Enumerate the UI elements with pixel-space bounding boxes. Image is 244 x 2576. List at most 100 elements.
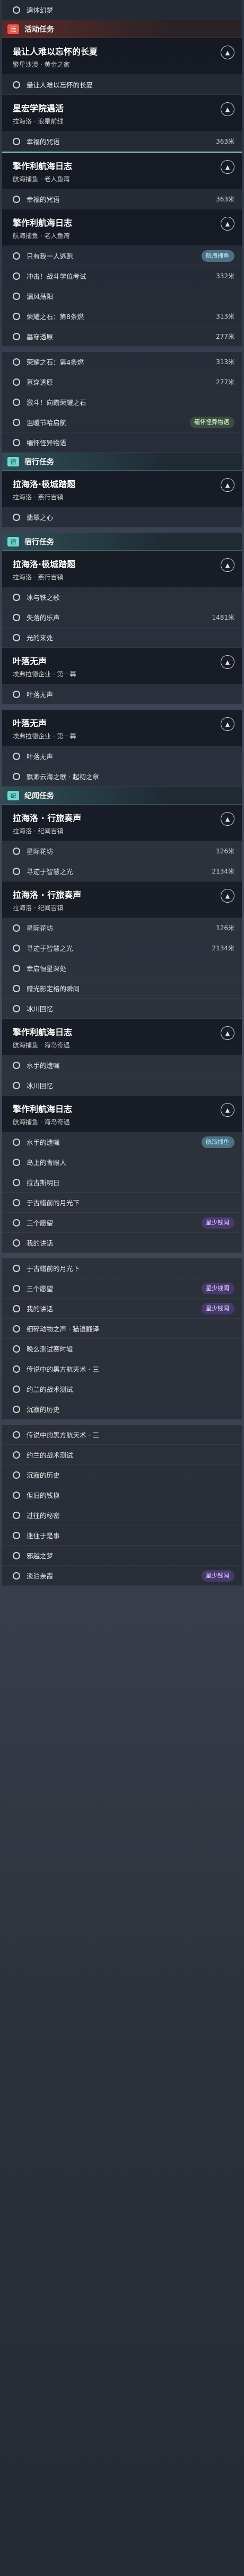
quest-status-circle-icon bbox=[13, 1239, 20, 1247]
quest-group-header[interactable]: 擎作利航海日志 航海捕鱼 · 老人鱼湾 ▲ bbox=[2, 152, 242, 189]
quest-row[interactable]: 冰川回忆 bbox=[2, 1075, 242, 1096]
quest-group-title: 拉海洛·极城踏题 bbox=[13, 559, 76, 569]
quest-row[interactable]: 岛上的青眼人 bbox=[2, 1152, 242, 1172]
quest-group-header[interactable]: 星宏学院遇活 拉海洛 · 浪星前线 ▲ bbox=[2, 95, 242, 131]
quest-row[interactable]: 水手的遗嘱 航海捕鱼 bbox=[2, 1132, 242, 1152]
quest-row[interactable]: 我的讲话 星少钱闻 bbox=[2, 1299, 242, 1319]
quest-row[interactable]: 星际花坊 126米 bbox=[2, 918, 242, 938]
quest-row[interactable]: 幸启恒星深处 bbox=[2, 958, 242, 978]
quest-row[interactable]: 沉寂的历史 bbox=[2, 1465, 242, 1485]
quest-row[interactable]: 幸福的咒语 363米 bbox=[2, 131, 242, 152]
quest-row[interactable]: 叶落无声 bbox=[2, 684, 242, 704]
quest-row[interactable]: 只有我一人逃跑 航海捕鱼 bbox=[2, 246, 242, 266]
quest-group-header[interactable]: 拉海洛 · 行旅奏声 拉海洛 · 纪闻吉镇 ▲ bbox=[2, 881, 242, 918]
quest-row[interactable]: 温暖节哈启航 缅怀怪异物语 bbox=[2, 412, 242, 433]
quest-row[interactable]: 过往的秘密 bbox=[2, 1505, 242, 1525]
collapse-chevron-icon[interactable]: ▲ bbox=[221, 889, 234, 903]
quest-group-header[interactable]: 拉海洛 · 行旅奏声 拉海洛 · 纪闻吉镇 ▲ bbox=[2, 805, 242, 841]
section-badge-icon: 宿 bbox=[7, 456, 19, 466]
quest-row[interactable]: 墓穿透原 277米 bbox=[2, 327, 242, 347]
quest-row[interactable]: 寻迹于智慧之光 2134米 bbox=[2, 938, 242, 958]
quest-group-header[interactable]: 最让人难以忘怀的长夏 繁星沙漠 · 黄金之家 ▲ bbox=[2, 38, 242, 75]
quest-row[interactable]: 沉寂的历史 bbox=[2, 1399, 242, 1419]
collapse-chevron-icon[interactable]: ▲ bbox=[221, 558, 234, 572]
quest-group-location: 埃弗拉德企业 · 第一幕 bbox=[13, 671, 76, 678]
quest-group-title: 星宏学院遇活 bbox=[13, 103, 64, 113]
quest-row[interactable]: 星际花坊 126米 bbox=[2, 841, 242, 861]
section-badge-icon: 纪 bbox=[7, 790, 19, 800]
quest-row[interactable]: 激斗！向霸荣耀之石 bbox=[2, 392, 242, 412]
quest-row[interactable]: 约兰的战术测试 bbox=[2, 1445, 242, 1465]
quest-row[interactable]: 缅怀怪异物语 bbox=[2, 433, 242, 453]
quest-row[interactable]: 墓穿透原 277米 bbox=[2, 372, 242, 392]
quest-row[interactable]: 冰川回忆 bbox=[2, 999, 242, 1019]
quest-status-circle-icon bbox=[13, 847, 20, 855]
quest-row[interactable]: 飘渺云海之歌 · 起初之章 bbox=[2, 766, 242, 787]
quest-group-location: 拉海洛 · 燕行吉镇 bbox=[13, 574, 64, 581]
quest-row[interactable]: 叶落无声 bbox=[2, 746, 242, 766]
quest-row[interactable]: 冲击！战斗学位考试 332米 bbox=[2, 266, 242, 286]
quest-row[interactable]: 三个愿望 星少钱闻 bbox=[2, 1278, 242, 1299]
quest-row[interactable]: 细碎动物之声 · 猫语翻译 bbox=[2, 1319, 242, 1339]
quest-group-header[interactable]: 拉海洛·极城踏题 拉海洛 · 燕行吉镇 ▲ bbox=[2, 471, 242, 507]
quest-row[interactable]: 荣耀之石：第4条燃 313米 bbox=[2, 352, 242, 372]
quest-status-circle-icon bbox=[13, 1178, 20, 1186]
quest-group-header[interactable]: 擎作利航海日志 航海捕鱼 · 海岛奇遇 ▲ bbox=[2, 1096, 242, 1132]
quest-row[interactable]: 拉古斯明日 bbox=[2, 1172, 242, 1193]
quest-status-circle-icon bbox=[13, 1345, 20, 1353]
quest-row[interactable]: 遍体幻梦 bbox=[2, 0, 242, 20]
quest-row[interactable]: 冰与铁之歌 bbox=[2, 587, 242, 607]
collapse-chevron-icon[interactable]: ▲ bbox=[221, 46, 234, 59]
quest-status-circle-icon bbox=[13, 924, 20, 932]
section-label: 纪闻任务 bbox=[24, 791, 54, 800]
quest-row[interactable]: 迷住于是事 bbox=[2, 1525, 242, 1546]
quest-group-header[interactable]: 擎作利航海日志 航海捕鱼 · 海岛奇遇 ▲ bbox=[2, 1019, 242, 1055]
quest-status-circle-icon bbox=[13, 1081, 20, 1089]
quest-status-circle-icon bbox=[13, 1138, 20, 1146]
quest-row[interactable]: 但旧的钱换 bbox=[2, 1485, 242, 1505]
quest-row[interactable]: 我的讲话 bbox=[2, 1233, 242, 1253]
quest-group-header[interactable]: 叶落无声 埃弗拉德企业 · 第一幕 ▲ bbox=[2, 710, 242, 746]
collapse-chevron-icon[interactable]: ▲ bbox=[221, 160, 234, 174]
section-header[interactable]: 活活动任务 bbox=[2, 20, 242, 38]
quest-row[interactable]: 晚么测试赛时辑 bbox=[2, 1339, 242, 1359]
collapse-chevron-icon[interactable]: ▲ bbox=[221, 478, 234, 492]
quest-row[interactable]: 于古蜡前的月光下 bbox=[2, 1193, 242, 1213]
quest-row[interactable]: 荣耀之石：第8条燃 313米 bbox=[2, 306, 242, 327]
collapse-chevron-icon[interactable]: ▲ bbox=[221, 655, 234, 669]
quest-row[interactable]: 传说中的黑方航天术 · 三 bbox=[2, 1359, 242, 1379]
quest-row[interactable]: 寻迹于智慧之光 2134米 bbox=[2, 861, 242, 881]
collapse-chevron-icon[interactable]: ▲ bbox=[221, 102, 234, 116]
quest-row[interactable]: 于古蜡前的月光下 bbox=[2, 1258, 242, 1278]
quest-group-header[interactable]: 拉海洛·极城踏题 拉海洛 · 燕行吉镇 ▲ bbox=[2, 551, 242, 587]
collapse-chevron-icon[interactable]: ▲ bbox=[221, 1103, 234, 1117]
section-header[interactable]: 宿宿行任务 bbox=[2, 453, 242, 471]
quest-row[interactable]: 最让人难以忘怀的长夏 bbox=[2, 75, 242, 95]
quest-row[interactable]: 邪越之梦 bbox=[2, 1546, 242, 1566]
quest-group-header[interactable]: 擎作利航海日志 航海捕鱼 · 老人鱼湾 ▲ bbox=[2, 209, 242, 246]
section-header[interactable]: 宿宿行任务 bbox=[2, 533, 242, 551]
quest-row[interactable]: 失落的乐声 1481米 bbox=[2, 607, 242, 628]
quest-status-circle-icon bbox=[13, 195, 20, 203]
quest-row[interactable]: 赠光影定格的瞬间 bbox=[2, 978, 242, 999]
quest-name: 冲击！战斗学位考试 bbox=[27, 272, 86, 280]
quest-row[interactable]: 翡翠之心 bbox=[2, 507, 242, 527]
quest-row[interactable]: 约兰的战术测试 bbox=[2, 1379, 242, 1399]
quest-name: 约兰的战术测试 bbox=[27, 1451, 73, 1459]
quest-row[interactable]: 幸福的咒语 363米 bbox=[2, 189, 242, 209]
quest-distance: 1481米 bbox=[212, 614, 234, 621]
quest-row[interactable]: 光的来处 bbox=[2, 628, 242, 648]
quest-group-location: 埃弗拉德企业 · 第一幕 bbox=[13, 733, 76, 740]
quest-row[interactable]: 传说中的黑方航天术 · 三 bbox=[2, 1425, 242, 1445]
collapse-chevron-icon[interactable]: ▲ bbox=[221, 217, 234, 231]
quest-group-header[interactable]: 叶落无声 埃弗拉德企业 · 第一幕 ▲ bbox=[2, 648, 242, 684]
quest-row[interactable]: 三个愿望 星少钱闻 bbox=[2, 1213, 242, 1233]
collapse-chevron-icon[interactable]: ▲ bbox=[221, 717, 234, 731]
section-header[interactable]: 纪纪闻任务 bbox=[2, 787, 242, 805]
quest-row[interactable]: 漏风荡阳 bbox=[2, 286, 242, 306]
collapse-chevron-icon[interactable]: ▲ bbox=[221, 1026, 234, 1040]
quest-row[interactable]: 水手的遗嘱 bbox=[2, 1055, 242, 1075]
quest-row[interactable]: 淡泊奈霞 星少钱闻 bbox=[2, 1566, 242, 1586]
collapse-chevron-icon[interactable]: ▲ bbox=[221, 812, 234, 826]
